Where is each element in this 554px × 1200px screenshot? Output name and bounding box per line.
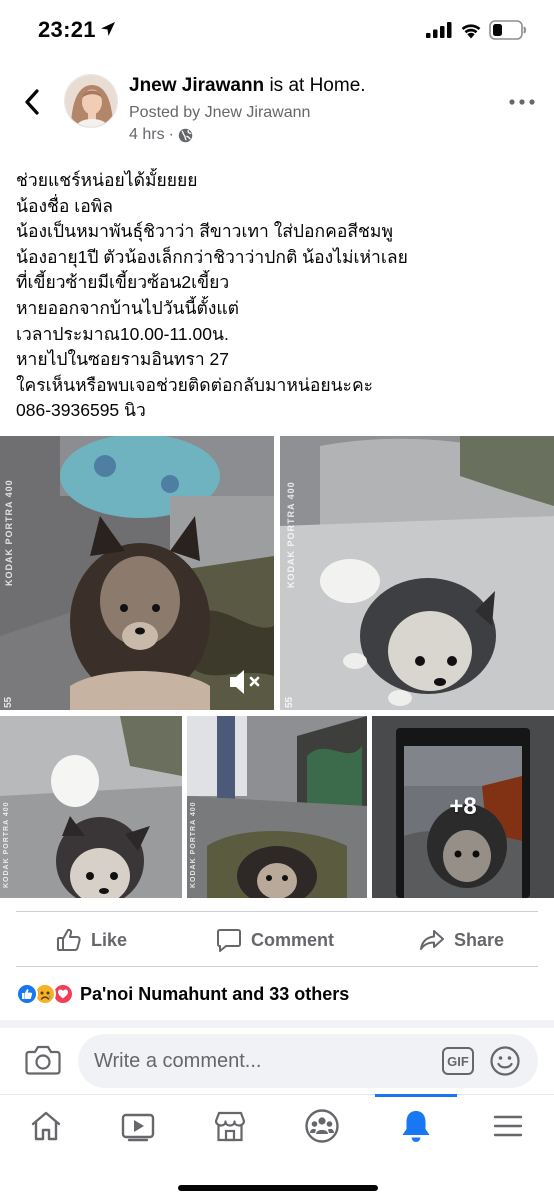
share-arrow-icon [420, 930, 444, 950]
comment-button[interactable]: Comment [216, 920, 334, 960]
nav-active-indicator [375, 1094, 457, 1097]
post-text-line: น้องอายุ1ปี ตัวน้องเล็กกว่าชิวาว่าปกติ น… [16, 246, 408, 267]
reactions-summary[interactable]: Pa'noi Numahunt and 33 others [16, 980, 349, 1008]
chevron-left-icon [25, 89, 39, 115]
film-label: KODAK PORTRA 400 [4, 479, 14, 586]
nav-groups[interactable] [292, 1105, 352, 1147]
post-message: ช่วยแชร์หน่อยได้มั้ยยยย น้องชื่อ เอพิล น… [16, 168, 541, 424]
post-phone-line: 086-3936595 นิว [16, 400, 146, 421]
nav-home[interactable] [16, 1105, 76, 1147]
post-photo-3[interactable]: KODAK PORTRA 400 [0, 716, 182, 898]
post-photo-5[interactable] [372, 716, 554, 898]
film-label: KODAK PORTRA 400 [190, 801, 197, 888]
post-timestamp[interactable]: 4 hrs [129, 126, 165, 144]
nav-menu[interactable] [478, 1105, 538, 1147]
comment-label: Comment [251, 929, 335, 950]
post-text-line: ช่วยแชร์หน่อยได้มั้ยยยย [16, 170, 198, 190]
film-number: 55 [284, 696, 295, 708]
film-label: KODAK PORTRA 400 [286, 481, 296, 588]
more-dots-icon [509, 99, 535, 105]
meta-separator: · [168, 126, 174, 143]
action-divider-bottom [16, 966, 538, 967]
back-button[interactable] [18, 86, 46, 118]
status-time: 23:21 [38, 17, 96, 42]
action-divider-top [16, 911, 538, 912]
camera-icon[interactable] [24, 1042, 62, 1078]
post-header-title: Jnew Jirawann is at Home. [129, 75, 366, 97]
cellular-signal-icon [426, 22, 452, 38]
more-options-button[interactable] [506, 92, 538, 112]
like-thumb-icon [57, 928, 81, 951]
post-text-line: น้องเป็นหมาพันธุ์ชิวาว่า สีขาวเทา ใส่ปอก… [16, 221, 393, 242]
like-label: Like [91, 929, 128, 950]
globe-icon [178, 128, 193, 142]
gif-button[interactable]: GIF [442, 1047, 474, 1075]
like-reaction-icon [16, 983, 38, 1005]
nav-marketplace[interactable] [200, 1105, 260, 1147]
notifications-icon [402, 1111, 430, 1142]
post-text-line: ที่เขี้ยวซ้ายมีเขี้ยวซ้อน2เขี้ยว [16, 272, 230, 293]
post-text-line: ใครเห็นหรือพบเจอช่วยติดต่อกลับมาหน่อยนะค… [16, 374, 374, 395]
battery-icon [489, 20, 526, 40]
comment-composer[interactable]: GIF [78, 1034, 538, 1088]
section-separator [0, 1020, 554, 1028]
post-meta: 4 hrs · [129, 126, 193, 144]
comment-bubble-icon [217, 929, 241, 952]
menu-icon [493, 1115, 523, 1137]
comment-input[interactable] [94, 1034, 424, 1088]
location-arrow-icon [101, 22, 115, 36]
mute-icon[interactable] [226, 664, 264, 700]
bottom-navigation [0, 1094, 554, 1200]
post-photo-4[interactable]: KODAK PORTRA 400 [187, 716, 367, 898]
wifi-icon [461, 24, 481, 39]
author-avatar[interactable] [64, 74, 118, 128]
watch-icon [121, 1113, 155, 1142]
share-button[interactable]: Share [419, 920, 504, 960]
marketplace-icon [214, 1111, 246, 1142]
film-label: KODAK PORTRA 400 [3, 801, 10, 888]
film-number: 55 [3, 696, 14, 708]
groups-icon [305, 1109, 339, 1143]
emoji-icon[interactable] [489, 1045, 521, 1077]
nav-notifications[interactable] [386, 1105, 446, 1147]
post-text-line: เวลาประมาณ10.00-11.00น. [16, 323, 229, 344]
reactions-count: Pa'noi Numahunt and 33 others [80, 983, 350, 1004]
post-photo-2[interactable]: KODAK PORTRA 400 55 [280, 436, 554, 710]
author-name[interactable]: Jnew Jirawann [129, 75, 264, 96]
home-indicator [178, 1185, 378, 1191]
share-label: Share [454, 929, 505, 950]
posted-by: Posted by Jnew Jirawann [129, 104, 311, 121]
like-button[interactable]: Like [56, 920, 127, 960]
post-activity: is at Home. [264, 75, 366, 96]
post-text-line: หายไปในซอยรามอินทรา 27 [16, 349, 229, 370]
home-icon [31, 1111, 61, 1141]
status-bar: 23:21 [0, 0, 554, 62]
nav-watch[interactable] [108, 1105, 168, 1147]
post-text-line: หายออกจากบ้านไปวันนี้ตั้งแต่ [16, 297, 240, 318]
post-text-line: น้องชื่อ เอพิล [16, 195, 114, 216]
